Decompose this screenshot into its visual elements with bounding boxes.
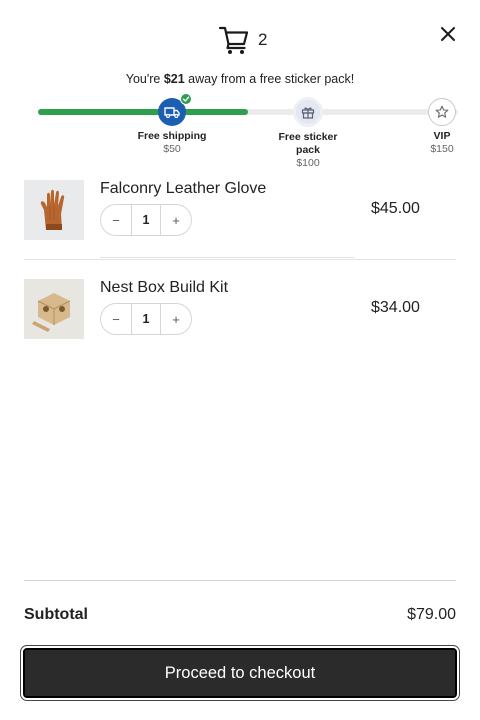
progress-message-prefix: You're [125,72,164,86]
milestone-label: Free sticker pack [278,131,338,156]
check-icon [180,93,192,105]
line-item-price: $45.00 [371,200,420,217]
decrease-quantity-button[interactable]: − [101,205,131,235]
quantity-stepper: − 1 + [100,204,192,236]
subtotal-value: $79.00 [407,606,456,623]
truck-icon [164,107,180,119]
milestone-amount: $50 [163,143,181,155]
shopping-cart-icon [218,26,249,54]
product-image-leather-glove[interactable] [24,180,84,240]
product-title[interactable]: Falconry Leather Glove [100,180,266,198]
product-image-nest-box-kit[interactable] [24,279,84,339]
milestone-free-shipping-badge [158,93,192,126]
milestone-free-shipping: Free shipping $50 [122,93,222,156]
quantity-value[interactable]: 1 [131,304,161,334]
item-divider [24,259,456,260]
gift-icon [301,107,315,119]
quantity-value[interactable]: 1 [131,205,161,235]
quantity-stepper: − 1 + [100,303,192,335]
increase-quantity-button[interactable]: + [161,304,191,334]
milestone-vip: VIP $150 [420,98,464,156]
milestone-free-sticker-pack: Free sticker pack $100 [266,97,350,170]
star-icon [435,105,449,118]
close-icon [441,27,455,41]
cart-line-item: Falconry Leather Glove − 1 + $45.00 [24,180,456,260]
cart-line-item: Nest Box Build Kit − 1 + $34.00 [24,279,456,359]
rewards-progress-track [38,109,458,115]
subtotal-label: Subtotal [24,606,88,623]
milestone-sticker-badge [293,97,323,127]
progress-message-suffix: away from a free sticker pack! [184,72,355,86]
item-divider [100,257,354,258]
milestone-amount: $150 [430,143,454,155]
cart-summary: 2 [218,24,267,56]
progress-message-amount: $21 [163,72,185,86]
milestone-amount: $100 [296,157,320,169]
milestone-label: VIP [433,130,451,142]
free-gift-progress-message: You're $21 away from a free sticker pack… [0,72,480,86]
cart-header: 2 [0,24,480,58]
footer-divider [24,580,456,581]
product-title[interactable]: Nest Box Build Kit [100,279,228,297]
cart-item-count: 2 [258,30,268,49]
decrease-quantity-button[interactable]: − [101,304,131,334]
checkout-button[interactable]: Proceed to checkout [23,648,457,698]
milestone-vip-badge [428,98,456,126]
increase-quantity-button[interactable]: + [161,205,191,235]
close-button[interactable] [438,24,458,44]
milestone-label: Free shipping [137,130,207,142]
line-item-price: $34.00 [371,299,420,316]
